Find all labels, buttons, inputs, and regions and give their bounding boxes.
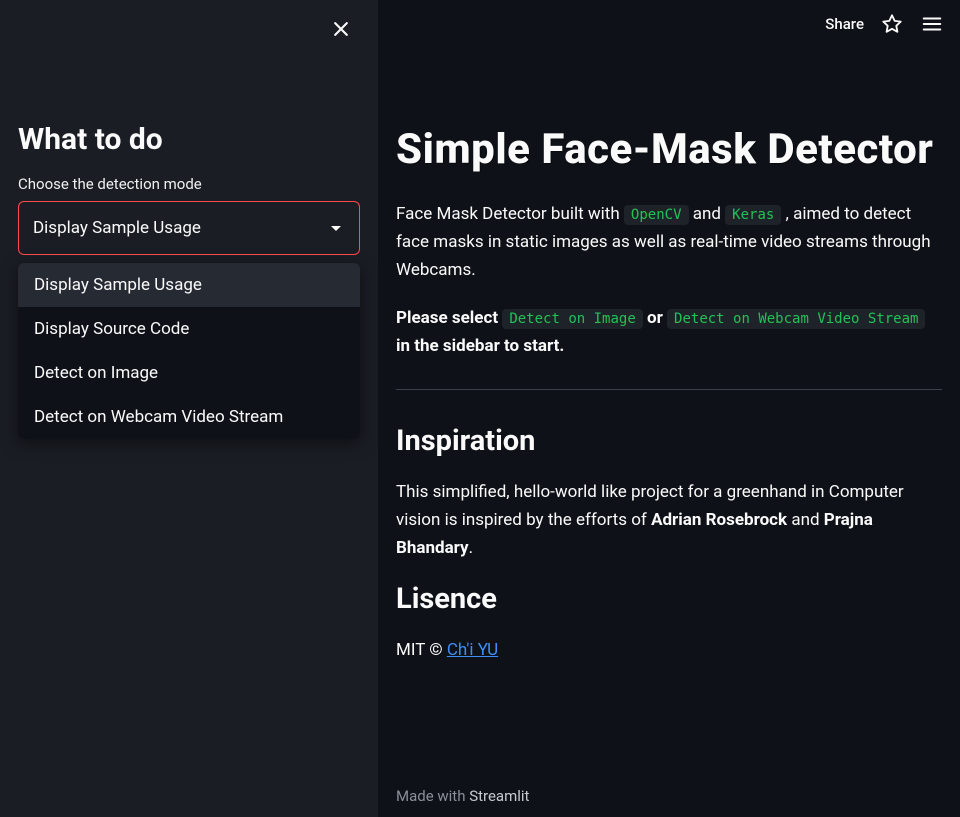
mode-select-value: Display Sample Usage	[33, 218, 201, 238]
inspiration-heading: Inspiration	[396, 424, 942, 458]
select-label: Choose the detection mode	[18, 175, 360, 193]
prompt-prefix: Please select	[396, 308, 502, 328]
code-keras: Keras	[725, 205, 781, 225]
mode-dropdown: Display Sample Usage Display Source Code…	[18, 263, 360, 439]
license-author-link[interactable]: Ch'i YU	[447, 640, 498, 660]
inspiration-paragraph: This simplified, hello-world like projec…	[396, 478, 942, 562]
close-icon	[331, 19, 351, 39]
prompt-suffix: in the sidebar to start.	[396, 336, 564, 356]
option-display-source-code[interactable]: Display Source Code	[18, 307, 360, 351]
menu-button[interactable]	[920, 12, 944, 36]
inspiration-period: .	[469, 538, 473, 558]
intro-and: and	[689, 204, 726, 224]
footer: Made with Streamlit	[396, 787, 529, 805]
license-prefix: MIT ©	[396, 640, 447, 660]
page-title: Simple Face-Mask Detector	[396, 126, 942, 174]
sidebar: What to do Choose the detection mode Dis…	[0, 0, 378, 817]
code-opencv: OpenCV	[624, 205, 689, 225]
intro-text: Face Mask Detector built with	[396, 204, 624, 224]
share-button[interactable]: Share	[825, 15, 864, 33]
close-sidebar-button[interactable]	[326, 14, 356, 44]
option-detect-on-image[interactable]: Detect on Image	[18, 351, 360, 395]
option-detect-on-webcam[interactable]: Detect on Webcam Video Stream	[18, 395, 360, 439]
sidebar-title: What to do	[18, 122, 360, 157]
author-rosebrock: Adrian Rosebrock	[651, 510, 787, 530]
prompt-or: or	[643, 308, 667, 328]
inspiration-and: and	[787, 510, 824, 530]
footer-prefix: Made with	[396, 787, 469, 805]
star-button[interactable]	[880, 12, 904, 36]
star-icon	[881, 13, 903, 35]
topbar: Share	[825, 12, 944, 36]
menu-icon	[921, 13, 943, 35]
option-display-sample-usage[interactable]: Display Sample Usage	[18, 263, 360, 307]
code-detect-webcam: Detect on Webcam Video Stream	[667, 309, 925, 329]
main-area: Share Simple Face-Mask Detector Face Mas…	[378, 0, 960, 817]
mode-select[interactable]: Display Sample Usage	[18, 201, 360, 255]
select-prompt-paragraph: Please select Detect on Image or Detect …	[396, 304, 942, 360]
chevron-down-icon	[331, 226, 341, 231]
intro-paragraph: Face Mask Detector built with OpenCV and…	[396, 200, 942, 284]
footer-brand: Streamlit	[469, 787, 529, 805]
divider	[396, 389, 942, 390]
license-heading: Lisence	[396, 582, 942, 616]
code-detect-image: Detect on Image	[502, 309, 642, 329]
license-paragraph: MIT © Ch'i YU	[396, 636, 942, 664]
